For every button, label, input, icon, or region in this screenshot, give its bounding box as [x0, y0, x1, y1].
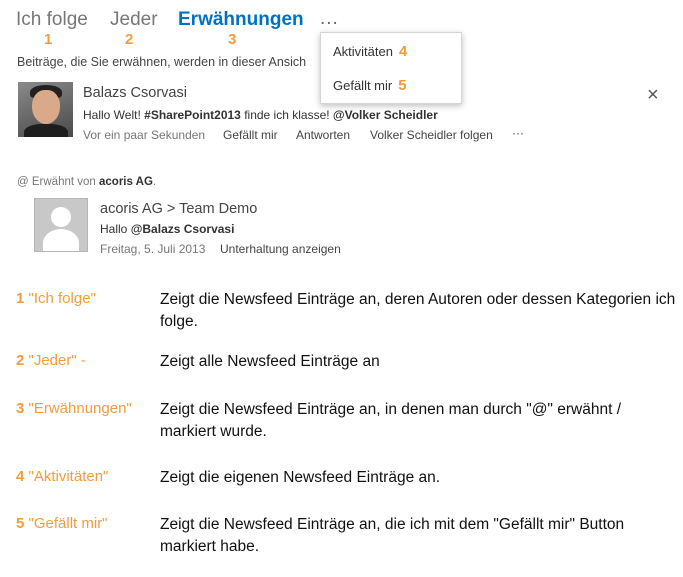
- legend-key-3: 3 "Erwähnungen": [16, 400, 132, 417]
- mention-post-text: Hallo @Balazs Csorvasi: [100, 222, 235, 236]
- tab-erwaehnungen[interactable]: Erwähnungen: [178, 9, 304, 31]
- follow-button[interactable]: Volker Scheidler folgen: [370, 128, 493, 142]
- avatar[interactable]: [18, 82, 73, 137]
- tab-number-1: 1: [44, 31, 53, 48]
- mention-link[interactable]: @Volker Scheidler: [333, 108, 438, 122]
- legend-text-3: Zeigt die Newsfeed Einträge an, in denen…: [160, 401, 621, 440]
- conversation-title[interactable]: acoris AG > Team Demo: [100, 201, 257, 217]
- mention-post-date: Freitag, 5. Juli 2013: [100, 242, 206, 256]
- tab-number-3: 3: [228, 31, 237, 48]
- post-text: Hallo Welt! #SharePoint2013 finde ich kl…: [83, 108, 438, 122]
- close-icon[interactable]: ×: [647, 84, 659, 107]
- mention-link[interactable]: @Balazs Csorvasi: [131, 222, 235, 236]
- legend-text-5: Zeigt die Newsfeed Einträge an, die ich …: [160, 516, 625, 555]
- mentioned-by-link[interactable]: acoris AG: [99, 176, 153, 188]
- hashtag-link[interactable]: #SharePoint2013: [144, 108, 241, 122]
- menu-item-number-4: 4: [398, 43, 408, 60]
- tab-number-2: 2: [125, 31, 134, 48]
- legend-key-4: 4 "Aktivitäten": [16, 468, 109, 485]
- mentioned-by-line: @ Erwähnt von acoris AG.: [17, 176, 157, 188]
- menu-item-number-5: 5: [398, 77, 407, 94]
- menu-item-label: Aktivitäten: [333, 44, 393, 59]
- show-conversation-button[interactable]: Unterhaltung anzeigen: [220, 242, 341, 256]
- menu-item-gefaellt-mir[interactable]: Gefällt mir 5: [333, 77, 407, 94]
- legend-key-5: 5 "Gefällt mir": [16, 515, 108, 532]
- menu-item-label: Gefällt mir: [333, 78, 393, 93]
- legend-text-1: Zeigt die Newsfeed Einträge an, deren Au…: [160, 291, 676, 330]
- legend-key-1: 1 "Ich folge": [16, 290, 96, 307]
- legend-text-4: Zeigt die eigenen Newsfeed Einträge an.: [160, 469, 441, 486]
- post-author[interactable]: Balazs Csorvasi: [83, 85, 187, 101]
- post-timestamp: Vor ein paar Sekunden: [83, 128, 206, 142]
- more-tabs-button[interactable]: ...: [320, 8, 339, 30]
- like-button[interactable]: Gefällt mir: [223, 128, 278, 142]
- legend-key-2: 2 "Jeder" -: [16, 352, 86, 369]
- tab-jeder[interactable]: Jeder: [110, 9, 158, 31]
- avatar[interactable]: [34, 198, 88, 252]
- legend-text-2: Zeigt alle Newsfeed Einträge an: [160, 353, 380, 370]
- more-tabs-dropdown: Aktivitäten 4 Gefällt mir 5: [320, 32, 462, 104]
- reply-button[interactable]: Antworten: [296, 128, 350, 142]
- tab-description: Beiträge, die Sie erwähnen, werden in di…: [17, 55, 307, 69]
- post-more-button[interactable]: ···: [512, 126, 524, 140]
- menu-item-aktivitaeten[interactable]: Aktivitäten 4: [333, 43, 407, 60]
- tab-ich-folge[interactable]: Ich folge: [16, 9, 88, 31]
